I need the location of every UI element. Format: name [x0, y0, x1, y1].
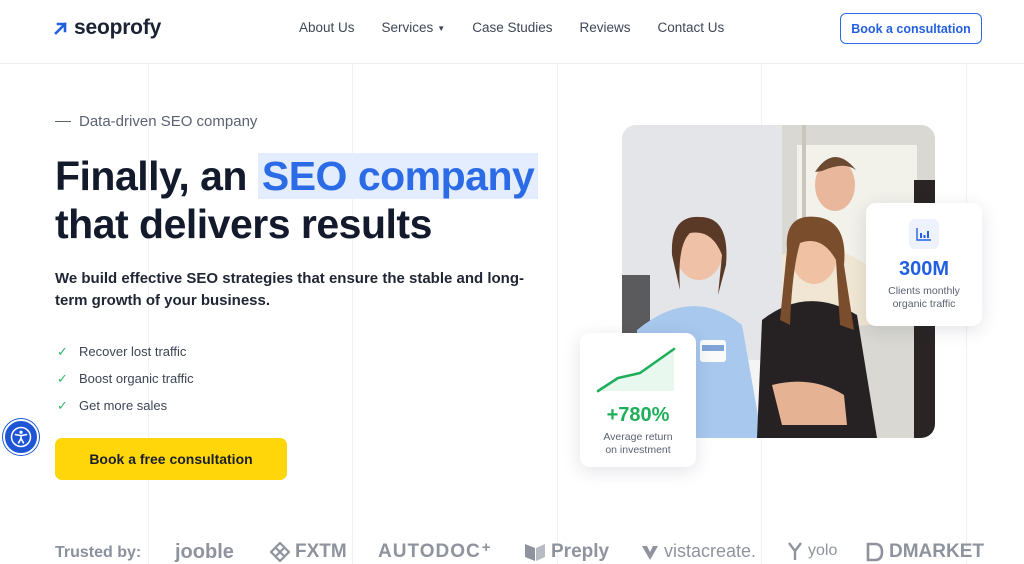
nav-case-studies-label: Case Studies	[472, 20, 553, 35]
logo-arrow-icon	[54, 22, 67, 35]
benefit-label: Get more sales	[79, 398, 168, 413]
brand-logo-autodoc: AUTODOC +	[378, 538, 492, 563]
brand-name: FXTM	[295, 541, 347, 562]
headline-part2: that delivers results	[55, 201, 432, 247]
grid-line	[557, 64, 558, 564]
benefit-item: ✓ Recover lost traffic	[57, 338, 194, 365]
roi-caption-line2: on investment	[605, 443, 671, 456]
hero-subheadline: We build effective SEO strategies that e…	[55, 270, 524, 309]
brand-logo-dmarket: DMARKET	[866, 541, 984, 563]
brand-logo-fxtm: FXTM	[270, 541, 347, 563]
benefit-label: Recover lost traffic	[79, 344, 187, 359]
vistacreate-icon	[642, 545, 658, 560]
growth-chart-icon	[596, 347, 676, 393]
nav-case-studies[interactable]: Case Studies	[472, 20, 552, 35]
bar-chart-icon	[909, 219, 939, 249]
plus-icon: +	[481, 538, 492, 556]
roi-stat-caption: Average return on investment	[580, 431, 696, 456]
logo[interactable]: seoprofy	[54, 16, 161, 40]
headline-highlight: SEO company	[257, 153, 539, 199]
brand-name: Preply	[551, 541, 610, 562]
traffic-caption-line1: Clients monthly	[888, 285, 960, 297]
brand-logo-preply: Preply	[524, 541, 609, 563]
nav-services-label: Services	[381, 20, 434, 35]
nav-contact-us-label: Contact Us	[657, 20, 725, 35]
nav-contact-us[interactable]: Contact Us	[658, 20, 725, 35]
book-free-consultation-button[interactable]: Book a free consultation	[55, 438, 287, 480]
benefit-label: Boost organic traffic	[79, 371, 194, 386]
brand-name: AUTODOC	[378, 541, 481, 562]
benefit-item: ✓ Get more sales	[57, 392, 194, 419]
check-icon: ✓	[57, 343, 68, 359]
book-consultation-button[interactable]: Book a consultation	[840, 13, 982, 44]
benefits-list: ✓ Recover lost traffic ✓ Boost organic tra…	[57, 338, 194, 419]
nav-reviews-label: Reviews	[579, 20, 631, 35]
chevron-down-icon: ▼	[437, 23, 446, 33]
traffic-stat-value: 300M	[898, 258, 950, 280]
nav-reviews[interactable]: Reviews	[580, 20, 631, 35]
dmarket-icon	[866, 542, 884, 562]
brand-logo-jooble: jooble	[175, 541, 234, 564]
headline-part1: Finally, an	[55, 153, 258, 199]
traffic-stat-caption: Clients monthly organic traffic	[866, 285, 982, 310]
nav-about-us-label: About Us	[299, 20, 355, 35]
preply-icon	[525, 544, 545, 561]
roi-caption-line1: Average return	[603, 431, 673, 443]
roi-stat-card: +780% Average return on investment	[580, 333, 696, 467]
check-icon: ✓	[57, 370, 68, 386]
accessibility-button[interactable]	[3, 419, 39, 455]
site-header: seoprofy About Us Services ▼ Case Studies…	[0, 0, 1024, 64]
hero-headline: Finally, an SEO company that delivers re…	[55, 152, 539, 248]
logo-text: seoprofy	[74, 16, 162, 39]
brand-logo-vistacreate: vistacreate.	[641, 541, 756, 562]
grid-line	[352, 64, 353, 564]
yolo-icon	[788, 542, 802, 560]
benefit-item: ✓ Boost organic traffic	[57, 365, 194, 392]
hero-tagline: Data-driven SEO company	[55, 113, 257, 130]
nav-about-us[interactable]: About Us	[299, 20, 355, 35]
brand-name: vistacreate.	[664, 541, 757, 561]
trusted-by-label: Trusted by:	[55, 544, 142, 561]
traffic-caption-line2: organic traffic	[892, 297, 956, 310]
nav-services[interactable]: Services ▼	[382, 20, 446, 35]
check-icon: ✓	[57, 397, 68, 413]
fxtm-icon	[270, 542, 290, 562]
traffic-stat-card: 300M Clients monthly organic traffic	[866, 203, 982, 326]
accessibility-icon	[10, 426, 32, 448]
tagline-dash	[55, 120, 71, 123]
brand-name: DMARKET	[889, 541, 984, 562]
brand-name: yolo	[808, 542, 838, 559]
tagline-text: Data-driven SEO company	[79, 113, 258, 130]
main-nav: About Us Services ▼ Case Studies Reviews …	[299, 20, 751, 35]
grid-line	[148, 64, 149, 564]
brand-logo-yolo: yolo	[787, 541, 837, 561]
roi-stat-value: +780%	[606, 404, 670, 426]
brand-name: jooble	[175, 541, 234, 563]
